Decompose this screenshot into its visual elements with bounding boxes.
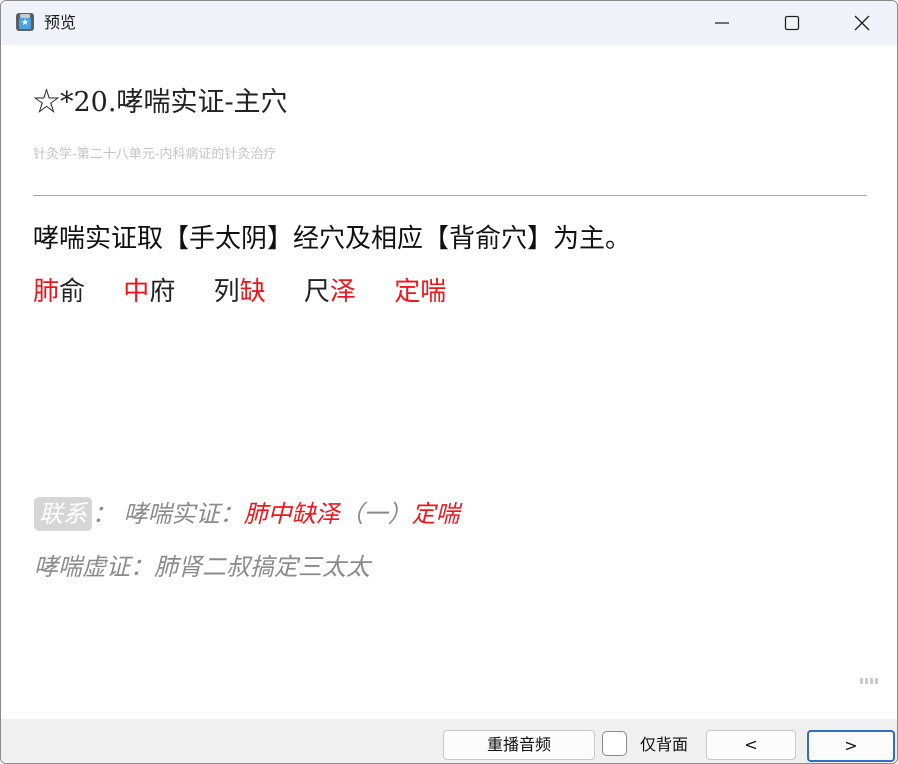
card-title: ☆*20.哮喘实证-主穴 (33, 87, 288, 118)
star-card-icon: ★ (16, 13, 34, 31)
acupoint-list: 肺俞 中府 列缺 尺泽 定喘 (33, 274, 476, 310)
acupoint-dingchuan: 定喘 (394, 277, 447, 307)
replay-audio-button[interactable]: 重播音频 (443, 730, 595, 760)
mnemonic-line: 联系： 哮喘实证：肺中缺泽（一）定喘 (34, 496, 460, 532)
bottom-bar: 重播音频 仅背面 < > (1, 719, 897, 763)
maximize-button[interactable] (757, 1, 827, 45)
mnemonic-line-2: 哮喘虚证：肺肾二叔搞定三太太 (34, 553, 370, 581)
close-button[interactable] (827, 1, 897, 45)
maximize-icon (784, 15, 800, 31)
acupoint-chize: 尺泽 (303, 277, 356, 307)
window-title: 预览 (44, 13, 77, 32)
acupoint-zhongfu: 中府 (123, 277, 176, 307)
next-button[interactable]: > (807, 730, 895, 762)
lianxi-tag: 联系 (34, 497, 92, 531)
close-icon (854, 15, 870, 31)
minimize-icon (715, 22, 729, 24)
mnemonic-label: 哮喘实证： (123, 500, 244, 528)
minimize-button[interactable] (687, 1, 757, 45)
divider (33, 195, 867, 196)
mnemonic-phrase-grey: （一） (339, 500, 412, 528)
back-only-label[interactable]: 仅背面 (640, 734, 688, 756)
title-bar[interactable]: ★ 预览 (1, 1, 897, 45)
preview-window: ★ 预览 ☆*20.哮喘实证-主穴 针灸学-第二十八单元-内科病证的针灸治疗 哮… (0, 0, 898, 764)
deck-path: 针灸学-第二十八单元-内科病证的针灸治疗 (33, 147, 277, 162)
mnemonic-separator: ： (92, 500, 116, 528)
mnemonic-phrase-1: 肺中缺泽 (243, 500, 340, 528)
back-only-checkbox[interactable] (602, 731, 627, 756)
resize-grip-icon[interactable] (860, 669, 882, 684)
acupoint-feishu: 肺俞 (33, 277, 86, 307)
answer-text: 哮喘实证取【手太阴】经穴及相应【背俞穴】为主。 (33, 224, 632, 254)
acupoint-lieque: 列缺 (213, 277, 266, 307)
previous-button[interactable]: < (706, 730, 796, 760)
mnemonic-phrase-2: 定喘 (411, 500, 460, 528)
